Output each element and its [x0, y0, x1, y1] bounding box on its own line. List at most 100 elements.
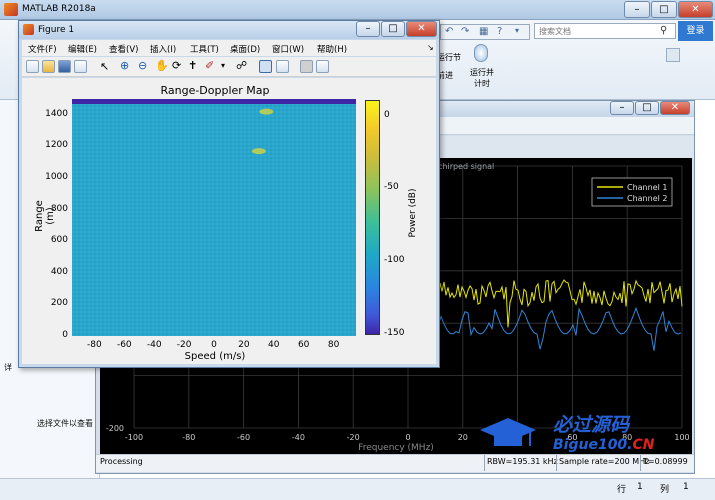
y-tick-label: 600: [50, 235, 68, 246]
pan-icon[interactable]: ✋: [155, 59, 169, 72]
x-tick-label: -80: [87, 340, 102, 350]
advance-label[interactable]: 前进: [437, 70, 467, 81]
rotate-icon[interactable]: ⟳: [172, 59, 181, 72]
spectrum-x-tick: -20: [347, 433, 360, 442]
close-button[interactable]: ✕: [678, 1, 713, 18]
watermark-text: 必过源码: [553, 414, 630, 436]
legend-icon[interactable]: [276, 60, 289, 73]
spectrum-x-tick: -80: [182, 433, 195, 442]
matlab-logo-icon: [4, 3, 18, 16]
y-tick-label: 800: [50, 203, 68, 214]
status-col-label: 列: [660, 485, 670, 495]
spectrum-x-tick: 100: [674, 433, 689, 442]
figure-maximize-button[interactable]: □: [381, 21, 405, 37]
colorbar-tick-label: -150: [384, 328, 405, 338]
zoom-in-icon[interactable]: ⊕: [120, 59, 129, 72]
status-separator: [640, 455, 641, 471]
spectrum-plot-title: chirped signal: [438, 162, 495, 171]
brush-icon[interactable]: ✐: [205, 59, 214, 72]
figure-minimize-button[interactable]: –: [356, 21, 380, 37]
x-tick-label: 80: [327, 340, 340, 350]
heatmap-svg: [72, 99, 356, 336]
x-tick-label: -20: [176, 340, 192, 350]
dock-icon[interactable]: [316, 60, 329, 73]
data-cursor-icon[interactable]: ✝: [188, 59, 197, 72]
colorbar-label: Power (dB): [408, 188, 418, 238]
heatmap-top-band: [72, 99, 356, 104]
scope-minimize-button[interactable]: –: [610, 101, 634, 115]
menu-help[interactable]: 帮助(H): [317, 43, 347, 55]
switch-windows-icon[interactable]: ▦: [479, 26, 488, 37]
matlab-status-bar: [0, 478, 715, 500]
menu-edit[interactable]: 编辑(E): [68, 43, 97, 55]
maximize-button[interactable]: □: [651, 1, 677, 18]
menu-file[interactable]: 文件(F): [28, 43, 57, 55]
scope-close-button[interactable]: ✕: [660, 101, 690, 115]
spectrum-x-tick: -40: [292, 433, 305, 442]
y-tick-label: 1400: [45, 108, 68, 119]
search-documentation-input[interactable]: [534, 23, 676, 39]
colorbar: [365, 100, 380, 335]
menu-tools[interactable]: 工具(T): [190, 43, 219, 55]
x-tick-label: -60: [116, 340, 132, 350]
details-empty-message: 选择文件以查看: [37, 419, 93, 428]
channel-1-trace: [437, 279, 683, 328]
y-tick-label: 400: [50, 266, 68, 277]
undo-icon[interactable]: ↶: [445, 26, 453, 37]
save-icon[interactable]: [58, 60, 71, 73]
colorbar-icon[interactable]: [300, 60, 313, 73]
status-separator: [556, 455, 557, 471]
x-tick-label: 40: [268, 340, 280, 350]
status-line-value: 1: [637, 482, 643, 492]
spectrum-y-tick: -200: [106, 424, 124, 433]
scope-time-readout: T=0.08999: [643, 457, 688, 466]
open-folder-icon[interactable]: [42, 60, 55, 73]
new-file-icon[interactable]: [26, 60, 39, 73]
matlab-window-title: MATLAB R2018a: [22, 4, 96, 14]
menu-view[interactable]: 查看(V): [109, 43, 138, 55]
target-peak: [251, 148, 266, 155]
figure-icon: [23, 24, 34, 35]
legend-channel-1-label: Channel 1: [627, 183, 667, 192]
spectrum-x-tick: 20: [458, 433, 468, 442]
menu-desktop[interactable]: 桌面(D): [230, 43, 260, 55]
link-icon[interactable]: ☍: [236, 59, 247, 72]
minimize-button[interactable]: –: [624, 1, 650, 18]
brush-dropdown-icon[interactable]: ▾: [221, 61, 225, 70]
run-and-time-label[interactable]: 运行并 计时: [466, 67, 498, 89]
x-tick-label: 20: [238, 340, 250, 350]
status-separator: [484, 455, 485, 471]
run-section-label[interactable]: 运行节: [437, 52, 467, 63]
quick-access-dropdown-icon[interactable]: ▾: [515, 26, 519, 35]
figure-title: Figure 1: [38, 25, 75, 35]
search-icon[interactable]: ⚲: [660, 25, 667, 36]
y-axis-label: Range (m): [34, 200, 56, 232]
help-icon[interactable]: ?: [497, 26, 502, 37]
y-tick-label: 200: [50, 298, 68, 309]
graduation-cap-logo: [478, 414, 538, 454]
plot-tools-icon[interactable]: [259, 60, 272, 73]
redo-icon[interactable]: ↷: [461, 26, 469, 37]
x-tick-label: 0: [211, 340, 217, 350]
scope-maximize-button[interactable]: □: [635, 101, 659, 115]
chart-title: Range-Doppler Map: [160, 84, 270, 97]
zoom-out-icon[interactable]: ⊖: [138, 59, 147, 72]
menu-insert[interactable]: 插入(I): [150, 43, 176, 55]
legend-channel-2-label: Channel 2: [627, 194, 667, 203]
spectrum-x-tick: 0: [405, 433, 410, 442]
colorbar-tick-label: -100: [384, 255, 405, 266]
range-doppler-heatmap: [72, 99, 356, 336]
toolstrip-collapse-icon[interactable]: [666, 48, 680, 62]
x-axis-label: Speed (m/s): [184, 351, 246, 362]
x-tick-label: 60: [297, 340, 310, 350]
figure-close-button[interactable]: ✕: [406, 21, 437, 37]
spectrum-x-tick: -100: [125, 433, 143, 442]
channel-2-trace: [437, 306, 682, 351]
scope-rbw-readout: RBW=195.31 kHz: [487, 457, 558, 466]
login-button[interactable]: 登录: [678, 21, 713, 41]
pointer-icon[interactable]: ↖: [100, 60, 109, 73]
print-icon[interactable]: [74, 60, 87, 73]
spectrum-x-axis-label: Frequency (MHz): [358, 443, 434, 453]
menu-window[interactable]: 窗口(W): [272, 43, 304, 55]
menu-dock-arrow-icon[interactable]: ↘: [427, 43, 434, 52]
